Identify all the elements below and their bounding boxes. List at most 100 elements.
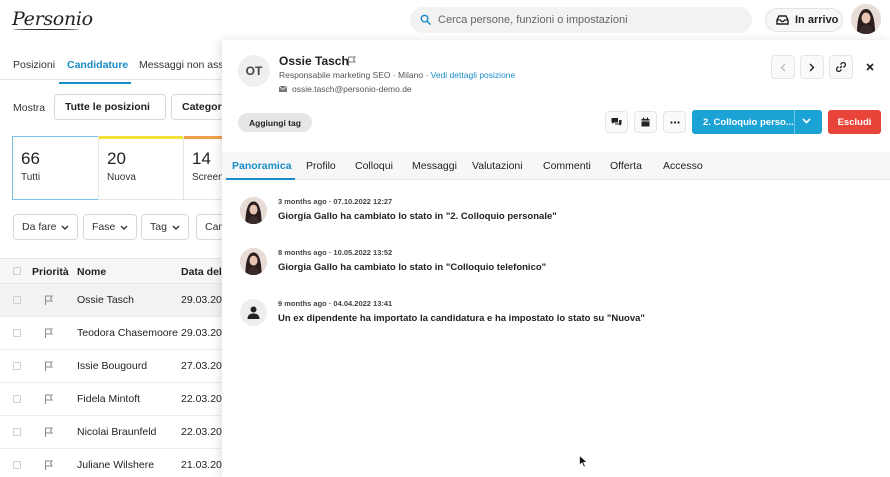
candidate-subtitle: Responsabile marketing SEO · Milano · Ve… [279,70,515,80]
tab-positions[interactable]: Posizioni [13,59,55,71]
stage-dropdown-button[interactable]: 2. Colloquio perso... [692,110,822,134]
row-name: Ossie Tasch [77,294,134,306]
row-name: Juliane Wilshere [77,459,155,471]
stat-new-color-bar [99,136,183,139]
status-stats: 66 Tutti 20 Nuova 14 Screeni [0,136,243,200]
inbox-label: In arrivo [795,14,839,26]
position-filter-value: Tutte le posizioni [65,101,150,113]
flag-icon[interactable] [44,460,54,471]
row-name: Nicolai Braunfeld [77,426,157,438]
tab-comments[interactable]: Commenti [543,160,591,172]
stat-all[interactable]: 66 Tutti [12,136,99,200]
filter-todo[interactable]: Da fare [13,214,79,240]
tab-profile[interactable]: Profilo [306,160,336,172]
filter-tag-label: Tag [150,221,167,233]
activity-text: Giorgia Gallo ha cambiato lo stato in "C… [278,262,547,273]
stat-new-count: 20 [107,149,126,168]
inbox-icon [776,15,789,25]
more-icon [669,120,680,124]
tab-overview[interactable]: Panoramica [232,160,292,172]
position-details-link[interactable]: Vedi dettagli posizione [431,70,516,80]
flag-icon[interactable] [44,361,54,372]
filter-stage-label: Fase [92,221,116,233]
row-checkbox[interactable] [13,461,21,469]
flag-icon[interactable] [44,427,54,438]
column-priority[interactable]: Priorità [32,266,69,278]
chevron-down-icon [61,225,69,230]
activity-text: Un ex dipendente ha importato la candida… [278,313,645,324]
tab-unassigned-messages[interactable]: Messaggi non asseg [139,59,235,71]
panel-tabs: Panoramica Profilo Colloqui Messaggi Val… [222,152,890,180]
table-row[interactable]: Issie Bougourd 27.03.2022 [0,350,234,383]
personio-logo[interactable]: Personio [12,8,93,30]
tab-messages[interactable]: Messaggi [412,160,457,172]
user-photo [240,197,267,224]
position-filter[interactable]: Tutte le posizioni [54,94,166,120]
filter-tag[interactable]: Tag [141,214,189,240]
stat-all-label: Tutti [21,172,41,183]
stat-new[interactable]: 20 Nuova [98,136,184,200]
tab-offer[interactable]: Offerta [610,160,642,172]
tab-interviews[interactable]: Colloqui [355,160,393,172]
chevron-down-icon [172,225,180,230]
calendar-icon [641,117,650,127]
message-button[interactable] [605,111,628,133]
filter-todo-label: Da fare [22,221,57,233]
filter-stage[interactable]: Fase [83,214,138,240]
next-candidate-button[interactable] [800,55,824,79]
activity-item: 8 months ago · 10.05.2022 13:52 Giorgia … [222,248,890,288]
select-all-checkbox[interactable] [13,267,21,275]
tab-applications[interactable]: Candidature [67,59,128,71]
previous-candidate-button[interactable] [771,55,795,79]
exclude-button[interactable]: Escludi [828,110,881,134]
flag-icon[interactable] [347,56,357,67]
chevron-left-icon [780,63,786,71]
table-row[interactable]: Nicolai Braunfeld 22.03.2022 [0,416,234,449]
more-actions-button[interactable] [663,111,686,133]
search-icon [420,14,431,25]
table-row[interactable]: Ossie Tasch 29.03.2022 [0,284,234,317]
activity-avatar [240,299,267,326]
global-search[interactable] [410,7,752,33]
row-checkbox[interactable] [13,428,21,436]
close-icon [866,63,874,71]
activity-avatar [240,197,267,224]
row-name: Issie Bougourd [77,360,148,372]
stage-separator [794,110,795,134]
table-row[interactable]: Fidela Mintoft 22.03.2022 [0,383,234,416]
add-tag-button[interactable]: Aggiungi tag [238,113,312,132]
row-name: Teodora Chasemoore [77,327,178,339]
table-row[interactable]: Teodora Chasemoore 29.03.2022 [0,317,234,350]
inbox-button[interactable]: In arrivo [765,8,843,32]
candidate-email-row: ossie.tasch@personio-demo.de [279,84,412,94]
candidate-avatar: OT [238,55,270,87]
tab-evaluations[interactable]: Valutazioni [472,160,523,172]
table-row[interactable]: Juliane Wilshere 21.03.2022 [0,449,234,477]
mail-icon [279,86,287,92]
tab-access[interactable]: Accesso [663,160,703,172]
flag-icon[interactable] [44,328,54,339]
candidate-email[interactable]: ossie.tasch@personio-demo.de [292,84,412,94]
column-name[interactable]: Nome [77,266,106,278]
flag-icon[interactable] [44,394,54,405]
copy-link-button[interactable] [829,55,853,79]
show-label: Mostra [13,102,46,114]
row-checkbox[interactable] [13,362,21,370]
link-icon [836,62,846,72]
schedule-button[interactable] [634,111,657,133]
stage-label: 2. Colloquio perso... [703,116,794,128]
chevron-down-icon [802,118,811,124]
logo-underline [13,28,79,30]
row-checkbox[interactable] [13,329,21,337]
activity-item: 3 months ago · 07.10.2022 12:27 Giorgia … [222,197,890,237]
flag-icon[interactable] [44,295,54,306]
close-panel-button[interactable] [858,55,882,79]
search-input[interactable] [438,11,738,29]
user-avatar[interactable] [851,4,881,34]
activity-timestamp: 9 months ago · 04.04.2022 13:41 [278,299,393,308]
row-checkbox[interactable] [13,296,21,304]
activity-avatar [240,248,267,275]
row-checkbox[interactable] [13,395,21,403]
activity-timestamp: 8 months ago · 10.05.2022 13:52 [278,248,393,257]
table-header: Priorità Nome Data della [0,258,231,284]
